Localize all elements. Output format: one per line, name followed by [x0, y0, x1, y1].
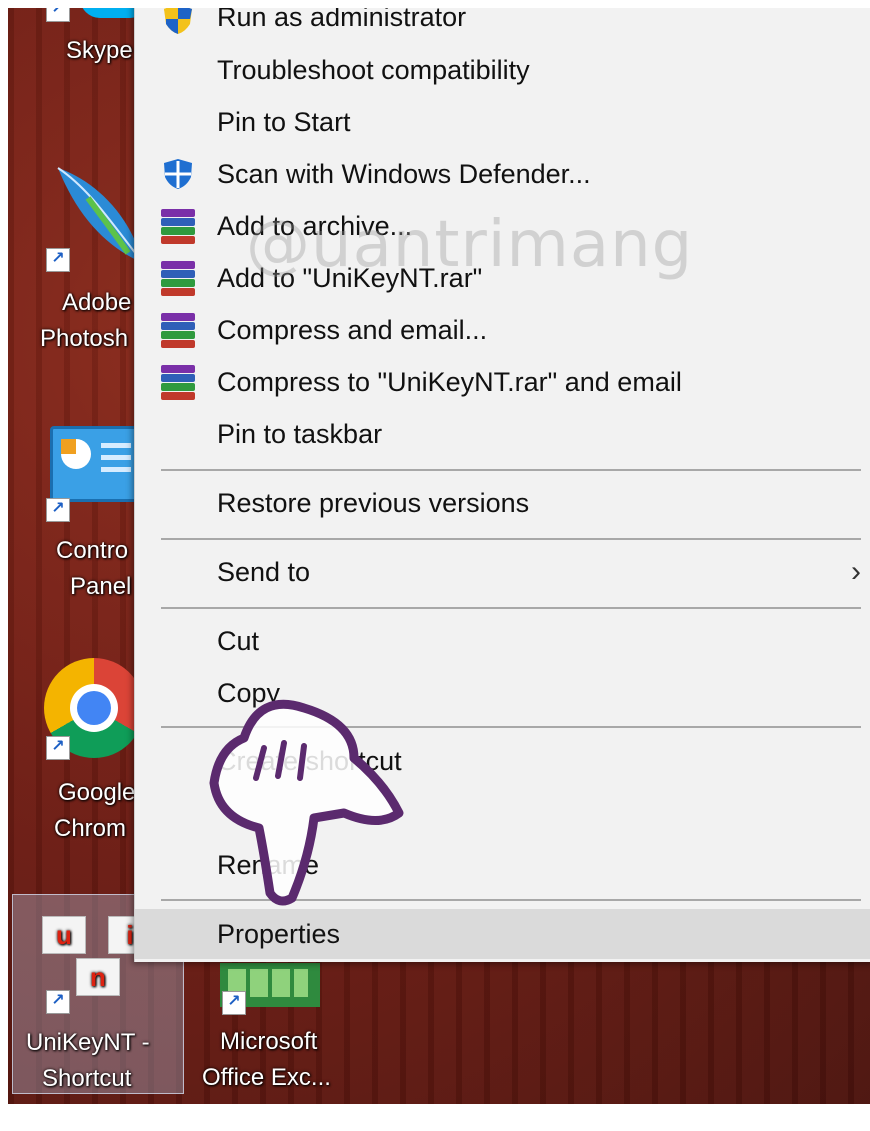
menu-item-compress-and-email[interactable]: Compress and email...	[135, 305, 870, 355]
desktop-icon-excel[interactable]: ↗ Microsoft Office Exc...	[192, 963, 352, 1093]
desktop-screenshot: ↗ Skype ↗ Adobe Photosh ↗ Contro Panel ↗…	[8, 8, 870, 1104]
winrar-icon	[161, 313, 195, 348]
menu-separator	[161, 607, 861, 609]
menu-item-pin-to-start[interactable]: Pin to Start	[135, 97, 870, 147]
winrar-icon	[161, 365, 195, 400]
desktop-icon-label: Chrom	[54, 815, 127, 842]
desktop-icon-label: Adobe	[62, 289, 132, 316]
menu-item-pin-to-taskbar[interactable]: Pin to taskbar	[135, 409, 870, 459]
desktop-icon-label: Microsoft	[220, 1028, 318, 1055]
winrar-icon	[161, 261, 195, 296]
pointing-hand-icon	[209, 699, 404, 906]
defender-icon	[164, 159, 192, 189]
shortcut-arrow-icon: ↗	[46, 990, 70, 1014]
menu-item-scan-with-defender[interactable]: Scan with Windows Defender...	[135, 149, 870, 199]
menu-item-label: Pin to Start	[217, 107, 351, 137]
shortcut-arrow-icon: ↗	[46, 498, 70, 522]
menu-item-compress-to-rar-and-email[interactable]: Compress to "UniKeyNT.rar" and email	[135, 357, 870, 407]
desktop-icon-label: Office Exc...	[202, 1064, 331, 1091]
menu-item-label: Pin to taskbar	[217, 419, 383, 449]
control-panel-icon	[50, 426, 146, 502]
menu-separator	[161, 469, 861, 471]
menu-item-label: Troubleshoot compatibility	[217, 55, 530, 85]
menu-item-label: Scan with Windows Defender...	[217, 159, 591, 189]
menu-item-label: Cut	[217, 626, 260, 656]
menu-item-troubleshoot-compatibility[interactable]: Troubleshoot compatibility	[135, 45, 870, 95]
menu-item-label: Run as administrator	[217, 8, 467, 32]
menu-item-run-as-admin[interactable]: Run as administrator	[135, 8, 870, 50]
winrar-icon	[161, 209, 195, 244]
menu-item-send-to[interactable]: Send to ›	[135, 547, 870, 597]
menu-item-label: Compress and email...	[217, 315, 488, 345]
uac-shield-icon	[164, 8, 192, 34]
shortcut-arrow-icon: ↗	[46, 248, 70, 272]
chevron-right-icon: ›	[851, 555, 861, 588]
shortcut-arrow-icon: ↗	[46, 8, 70, 22]
shortcut-arrow-icon: ↗	[222, 991, 246, 1015]
menu-separator	[161, 538, 861, 540]
desktop-icon-label: Google	[58, 779, 136, 806]
menu-item-restore-previous-versions[interactable]: Restore previous versions	[135, 478, 870, 528]
menu-item-cut[interactable]: Cut	[135, 616, 870, 666]
desktop-icon-label: UniKeyNT -	[26, 1029, 150, 1056]
shortcut-arrow-icon: ↗	[46, 736, 70, 760]
watermark: @uantrimang	[246, 208, 694, 282]
desktop-icon-label: Shortcut	[42, 1065, 132, 1092]
menu-item-label: Compress to "UniKeyNT.rar" and email	[217, 367, 682, 397]
desktop-icon-label: Contro	[56, 537, 129, 564]
desktop-icon-label: Photosh	[40, 325, 129, 352]
menu-item-label: Send to	[217, 557, 311, 587]
menu-item-label: Restore previous versions	[217, 488, 530, 518]
desktop-icon-label: Panel	[70, 573, 132, 600]
desktop-icon-label: Skype	[66, 37, 133, 64]
